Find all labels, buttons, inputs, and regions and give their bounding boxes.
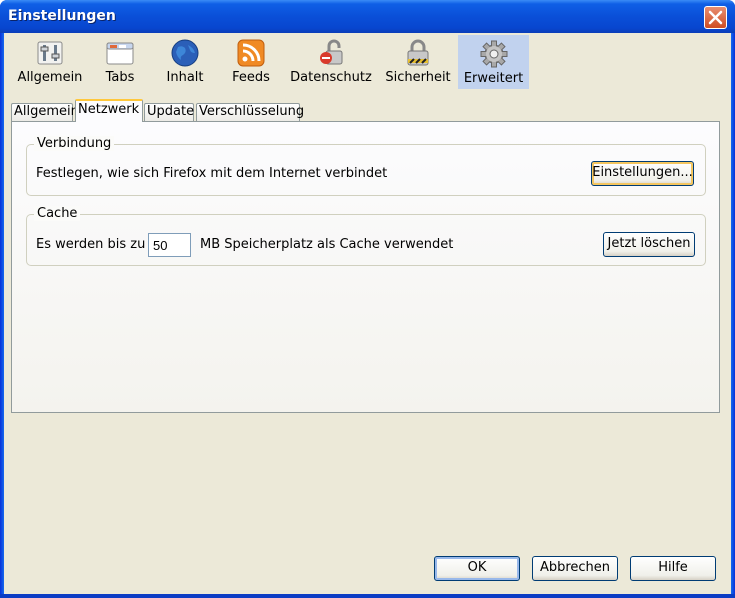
cache-suffix-label: MB Speicherplatz als Cache verwendet <box>200 237 454 252</box>
connection-legend: Verbindung <box>34 136 115 151</box>
gear-icon <box>480 40 508 68</box>
dialog-body: Allgemein Tabs Inhalt Feeds Datenschutz … <box>4 33 731 594</box>
toolbar-item-erweitert[interactable]: Erweitert <box>458 35 529 89</box>
cache-group: Cache Es werden bis zu MB Speicherplatz … <box>26 206 706 266</box>
general-switches-icon <box>37 41 63 65</box>
toolbar-label: Tabs <box>105 70 135 85</box>
netzwerk-panel: Verbindung Festlegen, wie sich Firefox m… <box>11 121 720 413</box>
close-icon <box>708 10 723 25</box>
clear-cache-button[interactable]: Jetzt löschen <box>603 232 695 257</box>
tabs-window-icon <box>106 42 134 65</box>
category-toolbar: Allgemein Tabs Inhalt Feeds Datenschutz … <box>4 33 731 89</box>
cache-legend: Cache <box>34 206 81 221</box>
toolbar-item-datenschutz[interactable]: Datenschutz <box>286 35 376 89</box>
connection-description: Festlegen, wie sich Firefox mit dem Inte… <box>36 166 388 181</box>
toolbar-item-inhalt[interactable]: Inhalt <box>154 35 216 89</box>
window-border-right <box>731 33 735 598</box>
toolbar-item-sicherheit[interactable]: Sicherheit <box>380 35 456 89</box>
globe-icon <box>171 39 199 67</box>
cancel-button[interactable]: Abbrechen <box>532 556 618 581</box>
ok-button[interactable]: OK <box>434 556 520 581</box>
rss-feed-icon <box>237 39 265 67</box>
toolbar-label: Erweitert <box>463 71 524 86</box>
cache-size-input[interactable] <box>148 233 191 257</box>
toolbar-item-feeds[interactable]: Feeds <box>220 35 282 89</box>
toolbar-label: Feeds <box>232 70 270 85</box>
privacy-lock-icon <box>320 39 343 65</box>
connection-settings-button[interactable]: Einstellungen... <box>591 161 694 186</box>
toolbar-item-tabs[interactable]: Tabs <box>90 35 150 89</box>
close-button[interactable] <box>704 6 727 29</box>
help-button[interactable]: Hilfe <box>630 556 716 581</box>
toolbar-label: Inhalt <box>166 70 204 85</box>
tab-verschluesselung[interactable]: Verschlüsselung <box>196 103 304 121</box>
dialog-window: Einstellungen Allgemein Tabs Inhalt Feed… <box>0 0 735 598</box>
connection-group: Verbindung Festlegen, wie sich Firefox m… <box>26 136 706 196</box>
cache-prefix-label: Es werden bis zu <box>36 237 146 252</box>
tab-allgemein[interactable]: Allgemein <box>11 103 79 121</box>
tab-update[interactable]: Update <box>144 103 194 121</box>
toolbar-item-allgemein[interactable]: Allgemein <box>14 35 86 89</box>
window-border-bottom <box>0 594 735 598</box>
toolbar-label: Allgemein <box>17 70 83 85</box>
window-title: Einstellungen <box>8 8 116 24</box>
title-bar[interactable]: Einstellungen <box>0 0 735 33</box>
security-padlock-icon <box>407 39 429 66</box>
toolbar-label: Sicherheit <box>385 70 451 85</box>
tab-netzwerk[interactable]: Netzwerk <box>75 99 143 122</box>
toolbar-label: Datenschutz <box>290 70 372 85</box>
